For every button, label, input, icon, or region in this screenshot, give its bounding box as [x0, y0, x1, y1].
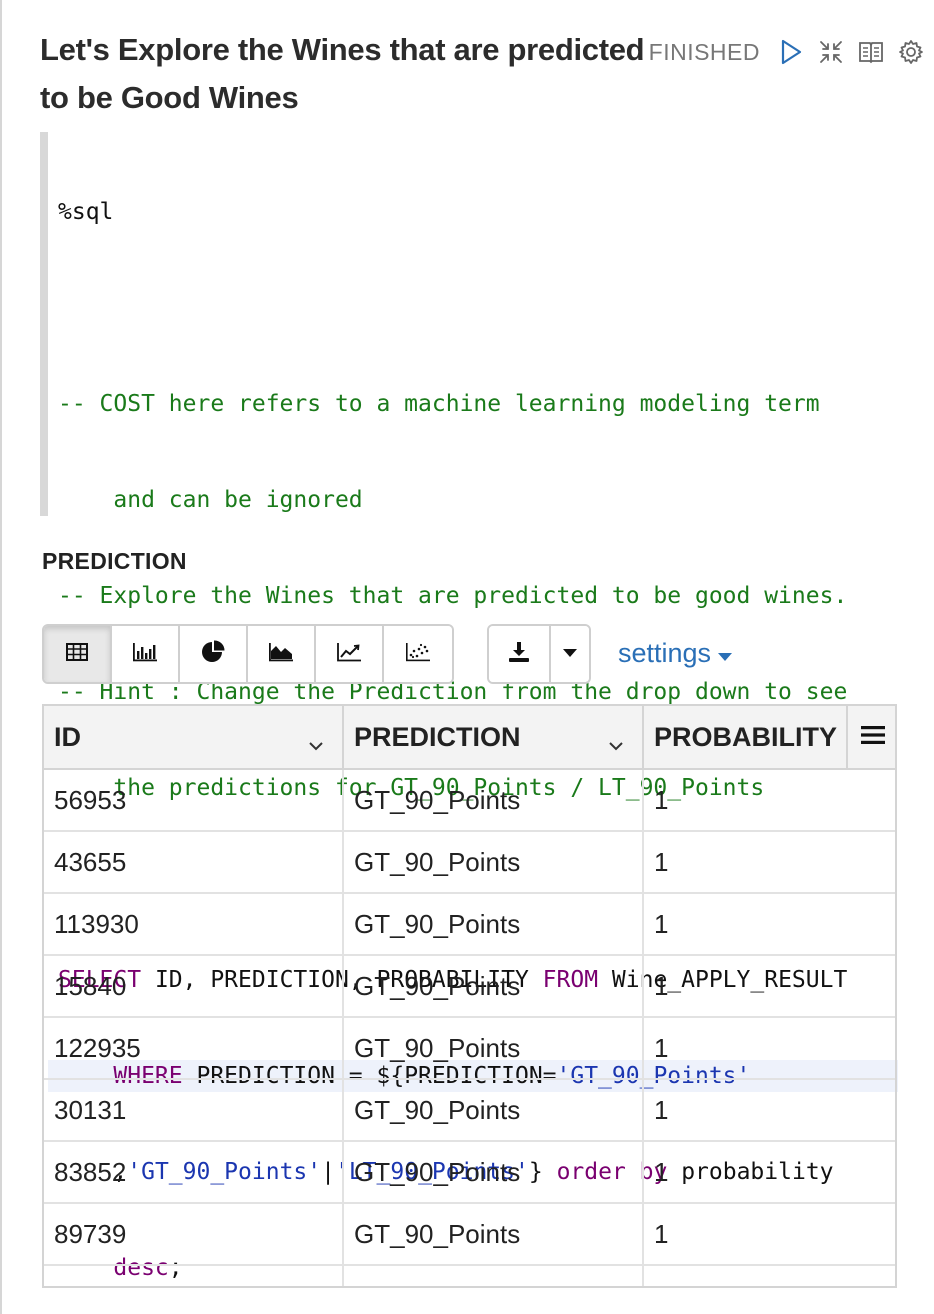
cell-probability — [644, 1266, 895, 1286]
cell-id: 15840 — [44, 956, 344, 1016]
table-row[interactable]: 122935 GT_90_Points 1 — [44, 1018, 895, 1080]
download-toolbar — [487, 624, 591, 684]
code-editor[interactable]: %sql -- COST here refers to a machine le… — [40, 132, 898, 1281]
column-header-prediction[interactable]: PREDICTION — [344, 706, 644, 768]
cell-probability: 1 — [654, 970, 669, 1001]
table-view-button[interactable] — [44, 626, 112, 682]
cell-id: 113930 — [44, 894, 344, 954]
column-header-probability[interactable]: PROBABILITY — [644, 706, 846, 768]
cell-id: 43655 — [44, 832, 344, 892]
cell-prediction: GT_90_Points — [344, 1080, 644, 1140]
area-chart-icon — [267, 641, 295, 668]
cell-probability: 1 — [654, 1094, 669, 1125]
column-title: PROBABILITY — [654, 721, 838, 752]
cell-prediction: GT_90_Points — [344, 770, 644, 830]
code-comment-line: -- COST here refers to a machine learnin… — [58, 391, 820, 417]
cell-id — [44, 1266, 344, 1286]
cell-prediction: GT_90_Points — [344, 1018, 644, 1078]
scatter-chart-icon — [404, 641, 432, 668]
table-row[interactable]: 56953 GT_90_Points 1 — [44, 770, 895, 832]
status-label: FINISHED — [644, 38, 764, 66]
cell-prediction: GT_90_Points — [344, 956, 644, 1016]
gear-icon[interactable] — [898, 39, 924, 65]
cell-probability: 1 — [654, 784, 669, 815]
cell-probability: 1 — [654, 1032, 669, 1063]
results-table: ID PREDICTION PROBABILITY 56953 GT_90_Po… — [42, 704, 897, 1288]
table-header: ID PREDICTION PROBABILITY — [44, 706, 895, 770]
cell-prediction — [344, 1266, 644, 1286]
cell-probability: 1 — [654, 1218, 669, 1249]
area-chart-button[interactable] — [248, 626, 316, 682]
column-header-id[interactable]: ID — [44, 706, 344, 768]
cell-prediction: GT_90_Points — [344, 1204, 644, 1264]
table-row[interactable]: 113930 GT_90_Points 1 — [44, 894, 895, 956]
cell-id: 83852 — [44, 1142, 344, 1202]
table-row[interactable]: 83852 GT_90_Points 1 — [44, 1142, 895, 1204]
cell-prediction: GT_90_Points — [344, 1142, 644, 1202]
code-comment-line: and can be ignored — [58, 487, 363, 513]
cell-prediction: GT_90_Points — [344, 894, 644, 954]
column-title: PREDICTION — [354, 721, 521, 752]
caret-down-icon — [562, 645, 578, 663]
collapse-icon[interactable] — [818, 39, 844, 65]
table-row[interactable]: 15840 GT_90_Points 1 — [44, 956, 895, 1018]
cell-prediction: GT_90_Points — [344, 832, 644, 892]
download-icon — [507, 640, 531, 669]
cell-id: 122935 — [44, 1018, 344, 1078]
cell-id: 30131 — [44, 1080, 344, 1140]
table-row[interactable]: 43655 GT_90_Points 1 — [44, 832, 895, 894]
cell-probability: 1 — [654, 1156, 669, 1187]
settings-link[interactable]: settings — [618, 638, 733, 669]
scatter-chart-button[interactable] — [384, 626, 452, 682]
chevron-down-icon[interactable] — [608, 728, 624, 759]
table-row[interactable]: 30131 GT_90_Points 1 — [44, 1080, 895, 1142]
table-icon — [65, 642, 89, 667]
pie-chart-button[interactable] — [180, 626, 248, 682]
line-chart-icon — [335, 641, 363, 668]
code-line: %sql — [58, 199, 114, 225]
download-options-dropdown[interactable] — [551, 626, 589, 682]
table-body: 56953 GT_90_Points 1 43655 GT_90_Points … — [44, 770, 895, 1286]
grid-menu-button[interactable] — [846, 706, 895, 770]
code-comment-line: -- Explore the Wines that are predicted … — [58, 583, 848, 609]
prediction-form-label: PREDICTION — [42, 548, 187, 574]
menu-icon — [860, 724, 886, 751]
table-row-partial[interactable] — [44, 1266, 895, 1286]
download-button[interactable] — [489, 626, 551, 682]
chevron-down-icon[interactable] — [308, 728, 324, 759]
paragraph-controls: FINISHED — [644, 34, 924, 70]
visualization-toolbar — [42, 624, 454, 684]
book-icon[interactable] — [858, 39, 884, 65]
notebook-paragraph: Let's Explore the Wines that are predict… — [0, 0, 934, 1314]
run-icon[interactable] — [778, 39, 804, 65]
line-chart-button[interactable] — [316, 626, 384, 682]
caret-down-icon — [717, 638, 733, 669]
pie-chart-icon — [200, 639, 226, 670]
bar-chart-button[interactable] — [112, 626, 180, 682]
bar-chart-icon — [131, 641, 159, 668]
column-title: ID — [54, 721, 81, 752]
cell-probability: 1 — [654, 908, 669, 939]
cell-probability: 1 — [654, 846, 669, 877]
table-row[interactable]: 89739 GT_90_Points 1 — [44, 1204, 895, 1266]
cell-id: 89739 — [44, 1204, 344, 1264]
paragraph-title[interactable]: Let's Explore the Wines that are predict… — [40, 26, 680, 122]
cell-id: 56953 — [44, 770, 344, 830]
settings-label: settings — [618, 638, 712, 668]
